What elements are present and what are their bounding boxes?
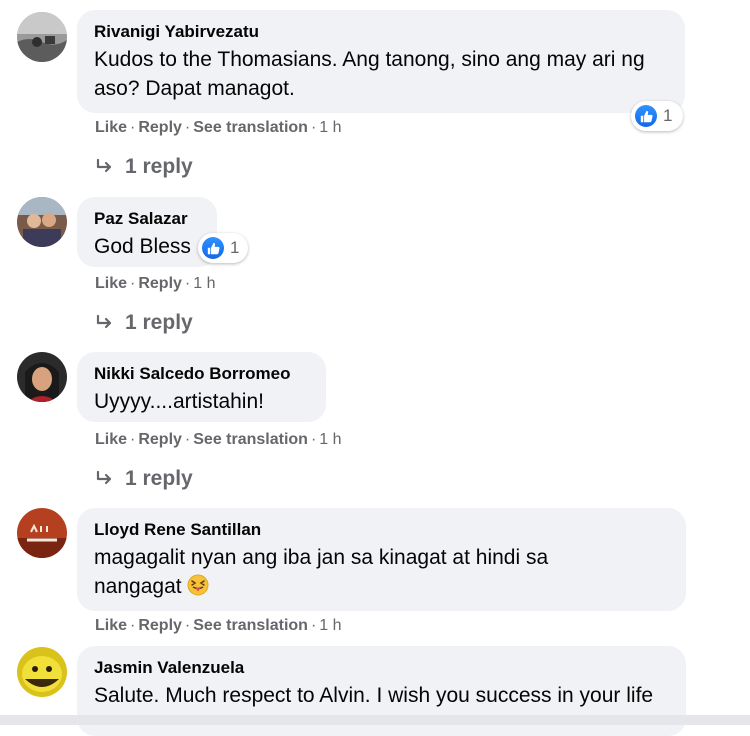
comment-author[interactable]: Jasmin Valenzuela <box>94 658 668 678</box>
reply-count: 1 reply <box>125 467 193 490</box>
comment-bubble: Lloyd Rene Santillan magagalit nyan ang … <box>77 508 686 611</box>
comment-bubble: Paz Salazar God Bless <box>77 197 217 267</box>
comment-actions: Like · Reply · See translation · 1 h <box>95 118 342 138</box>
reply-count: 1 reply <box>125 155 193 178</box>
comment-text: God Bless <box>94 235 191 258</box>
like-button[interactable]: Like <box>95 119 127 136</box>
comment-text: Salute. Much respect to Alvin. I wish yo… <box>94 684 654 707</box>
avatar[interactable] <box>17 197 67 247</box>
reply-button[interactable]: Reply <box>138 275 182 292</box>
separator-dot: · <box>130 431 136 448</box>
see-translation-link[interactable]: See translation <box>193 431 308 448</box>
separator-dot: · <box>130 119 136 136</box>
comment-author[interactable]: Lloyd Rene Santillan <box>94 520 668 540</box>
like-reaction-icon <box>202 237 224 259</box>
comment-actions: Like · Reply · 1 h <box>95 274 216 294</box>
timestamp[interactable]: 1 h <box>319 617 341 634</box>
reaction-badge[interactable]: 1 <box>631 101 683 131</box>
reply-button[interactable]: Reply <box>138 119 182 136</box>
comment-actions: Like · Reply · See translation · 1 h <box>95 430 342 450</box>
like-button[interactable]: Like <box>95 431 127 448</box>
view-replies-link[interactable]: 1 reply <box>95 154 193 180</box>
comment-bubble: Nikki Salcedo Borromeo Uyyyy....artistah… <box>77 352 326 422</box>
squinting-face-with-tongue-emoji <box>187 574 209 604</box>
like-button[interactable]: Like <box>95 275 127 292</box>
reaction-count: 1 <box>663 106 673 125</box>
timestamp[interactable]: 1 h <box>193 275 215 292</box>
comment-author[interactable]: Nikki Salcedo Borromeo <box>94 364 308 384</box>
reply-arrow-icon <box>96 470 112 485</box>
comment-text-content: magagalit nyan ang iba jan sa kinagat at… <box>94 546 549 598</box>
reply-count: 1 reply <box>125 311 193 334</box>
avatar[interactable] <box>17 12 67 62</box>
comment-text: magagalit nyan ang iba jan sa kinagat at… <box>94 543 614 604</box>
separator-dot: · <box>310 431 317 448</box>
separator-dot: · <box>184 617 191 634</box>
bottom-scroll-edge <box>0 715 750 725</box>
comment-text: Kudos to the Thomasians. Ang tanong, sin… <box>94 48 645 100</box>
separator-dot: · <box>184 119 191 136</box>
see-translation-link[interactable]: See translation <box>193 617 308 634</box>
reaction-badge[interactable]: 1 <box>198 233 248 263</box>
view-replies-link[interactable]: 1 reply <box>95 466 193 492</box>
avatar[interactable] <box>17 647 67 697</box>
reaction-count: 1 <box>230 238 240 257</box>
reply-arrow-icon <box>96 314 112 329</box>
separator-dot: · <box>310 617 317 634</box>
timestamp[interactable]: 1 h <box>319 119 341 136</box>
like-button[interactable]: Like <box>95 617 127 634</box>
comment-author[interactable]: Rivanigi Yabirvezatu <box>94 22 667 42</box>
timestamp[interactable]: 1 h <box>319 431 341 448</box>
separator-dot: · <box>184 275 191 292</box>
reply-button[interactable]: Reply <box>138 431 182 448</box>
separator-dot: · <box>130 275 136 292</box>
see-translation-link[interactable]: See translation <box>193 119 308 136</box>
separator-dot: · <box>130 617 136 634</box>
comment-author[interactable]: Paz Salazar <box>94 209 199 229</box>
like-reaction-icon <box>635 105 657 127</box>
view-replies-link[interactable]: 1 reply <box>95 310 193 336</box>
avatar[interactable] <box>17 508 67 558</box>
separator-dot: · <box>310 119 317 136</box>
comment-text: Uyyyy....artistahin! <box>94 390 264 413</box>
avatar[interactable] <box>17 352 67 402</box>
separator-dot: · <box>184 431 191 448</box>
comment-bubble: Rivanigi Yabirvezatu Kudos to the Thomas… <box>77 10 685 113</box>
reply-arrow-icon <box>96 158 112 173</box>
reply-button[interactable]: Reply <box>138 617 182 634</box>
comment-actions: Like · Reply · See translation · 1 h <box>95 616 342 636</box>
